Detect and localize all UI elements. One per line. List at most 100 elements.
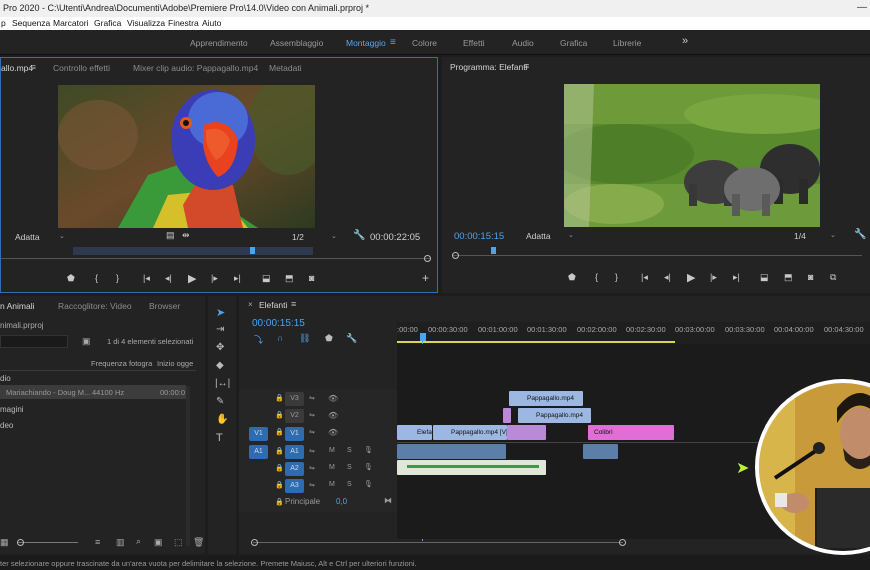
- more-workspaces-button[interactable]: »: [682, 35, 688, 47]
- zoom-handle-icon[interactable]: [452, 252, 459, 259]
- step-forward-icon[interactable]: |▸: [211, 273, 218, 284]
- menu-file[interactable]: p: [1, 18, 6, 28]
- workspace-apprendimento[interactable]: Apprendimento: [190, 38, 248, 48]
- automate-icon[interactable]: ▥: [116, 537, 125, 548]
- sync-lock-icon[interactable]: ⇋: [309, 447, 315, 455]
- add-marker-icon[interactable]: ⬟: [325, 333, 333, 344]
- microphone-icon[interactable]: 🎙: [364, 446, 373, 454]
- tab-program[interactable]: Programma: Elefanti: [450, 62, 527, 72]
- menu-aiuto[interactable]: Aiuto: [202, 18, 221, 28]
- sync-lock-icon[interactable]: ⇋: [309, 394, 315, 402]
- clip-elefanti-v1[interactable]: Elefa: [397, 425, 432, 440]
- panel-menu-icon[interactable]: ≡: [524, 61, 529, 71]
- track-select-icon[interactable]: ⇥: [216, 324, 224, 335]
- timeline-timecode[interactable]: 00:00:15:15: [252, 318, 305, 329]
- razor-icon[interactable]: ◆: [216, 360, 224, 371]
- marker-icon[interactable]: ⬟: [67, 273, 75, 284]
- lock-icon[interactable]: 🔒: [275, 464, 284, 472]
- list-view-icon[interactable]: ▦: [0, 537, 9, 548]
- clip-pappagallo-v1[interactable]: Pappagallo.mp4 [V]: [433, 425, 507, 440]
- source-resolution-select[interactable]: 1/2: [292, 232, 304, 242]
- timeline-zoom-bar[interactable]: [253, 542, 623, 543]
- eye-icon[interactable]: 👁: [328, 428, 338, 437]
- project-search-input[interactable]: [0, 335, 68, 348]
- track-target-a1[interactable]: A1: [285, 445, 304, 459]
- solo-a3-button[interactable]: S: [347, 481, 352, 488]
- tab-metadati[interactable]: Metadati: [269, 63, 302, 73]
- timeline-settings-icon[interactable]: 🔧: [346, 333, 357, 344]
- camera-icon[interactable]: ◙: [808, 272, 813, 282]
- clip-pappagallo-v2[interactable]: Pappagallo.mp4: [518, 408, 591, 423]
- workspace-assemblaggio[interactable]: Assemblaggio: [270, 38, 323, 48]
- play-icon[interactable]: ▶: [687, 271, 695, 284]
- play-icon[interactable]: ▶: [188, 272, 196, 285]
- zoom-handle-icon[interactable]: [424, 255, 431, 262]
- go-to-out-icon[interactable]: ▸|: [733, 272, 740, 283]
- pen-icon[interactable]: ✎: [216, 396, 224, 407]
- lock-icon[interactable]: 🔒: [275, 447, 284, 455]
- solo-a2-button[interactable]: S: [347, 464, 352, 471]
- hamburger-icon[interactable]: ≡: [390, 37, 396, 48]
- menu-finestra[interactable]: Finestra: [168, 18, 199, 28]
- project-scrollbar[interactable]: [186, 386, 190, 546]
- source-patch-a1[interactable]: A1: [249, 445, 268, 459]
- list-item[interactable]: Mariachiando - Doug M...: [6, 388, 90, 397]
- overwrite-clip-icon[interactable]: ⬒: [285, 273, 294, 284]
- menu-grafica[interactable]: Grafica: [94, 18, 121, 28]
- solo-a1-button[interactable]: S: [347, 447, 352, 454]
- clip-pappagallo-v3[interactable]: Pappagallo.mp4: [509, 391, 583, 406]
- list-item[interactable]: dio: [0, 374, 11, 383]
- timeline-playhead-handle[interactable]: [420, 333, 426, 341]
- hand-icon[interactable]: ✋: [216, 414, 228, 425]
- lock-icon[interactable]: 🔒: [275, 428, 284, 436]
- insert-icon[interactable]: ⇹: [182, 230, 190, 241]
- panel-menu-icon[interactable]: ≡: [31, 62, 36, 72]
- comparison-view-icon[interactable]: ⧉: [830, 272, 836, 283]
- lock-icon[interactable]: 🔒: [275, 498, 284, 506]
- list-item[interactable]: deo: [0, 421, 13, 430]
- clip-audio-a1[interactable]: [397, 444, 506, 459]
- mark-out-icon[interactable]: }: [615, 272, 618, 282]
- clip-purple-v1[interactable]: [507, 425, 546, 440]
- lock-icon[interactable]: 🔒: [275, 411, 284, 419]
- program-zoom-select[interactable]: Adatta: [526, 231, 551, 241]
- sync-lock-icon[interactable]: ⇋: [309, 411, 315, 419]
- clip-audio-a1-b[interactable]: [583, 444, 618, 459]
- lock-icon[interactable]: 🔒: [275, 394, 284, 402]
- tab-browser[interactable]: Browser: [149, 301, 180, 311]
- program-resolution-select[interactable]: 1/4: [794, 231, 806, 241]
- camera-icon[interactable]: ◙: [309, 273, 314, 283]
- mute-a2-button[interactable]: M: [329, 464, 335, 471]
- go-to-in-icon[interactable]: |◂: [143, 273, 150, 284]
- new-bin-icon[interactable]: ▣: [154, 537, 163, 548]
- marker-icon[interactable]: ⬟: [568, 272, 576, 283]
- thumbnail-size-slider[interactable]: [18, 542, 78, 543]
- program-playhead[interactable]: [491, 247, 496, 254]
- source-zoom-bar[interactable]: [1, 258, 431, 259]
- trash-icon[interactable]: 🗑: [193, 537, 204, 548]
- workspace-colore[interactable]: Colore: [412, 38, 437, 48]
- extract-icon[interactable]: ⬒: [784, 272, 793, 283]
- mute-a3-button[interactable]: M: [329, 481, 335, 488]
- wrench-icon[interactable]: 🔧: [353, 230, 365, 241]
- menu-sequenza[interactable]: Sequenza: [12, 18, 50, 28]
- source-playhead[interactable]: [250, 247, 255, 254]
- lock-icon[interactable]: 🔒: [275, 481, 284, 489]
- add-button-icon[interactable]: +: [422, 271, 429, 285]
- sync-lock-icon[interactable]: ⇋: [309, 464, 315, 472]
- zoom-handle-icon[interactable]: [251, 539, 258, 546]
- close-tab-icon[interactable]: ×: [248, 300, 253, 309]
- source-in-out-range[interactable]: [73, 247, 313, 255]
- mute-a1-button[interactable]: M: [329, 447, 335, 454]
- go-to-out-icon[interactable]: ▸|: [234, 273, 241, 284]
- go-to-end-icon[interactable]: ⧓: [384, 496, 392, 505]
- track-target-v2[interactable]: V2: [285, 409, 304, 423]
- new-item-icon[interactable]: ⬚: [174, 537, 183, 548]
- microphone-icon[interactable]: 🎙: [364, 480, 373, 488]
- program-timecode[interactable]: 00:00:15:15: [454, 231, 504, 242]
- new-bin-icon[interactable]: ▣: [82, 336, 91, 347]
- eye-icon[interactable]: 👁: [328, 411, 338, 420]
- workspace-audio[interactable]: Audio: [512, 38, 534, 48]
- insert-clip-icon[interactable]: ⬓: [262, 273, 271, 284]
- sync-lock-icon[interactable]: ⇋: [309, 428, 315, 436]
